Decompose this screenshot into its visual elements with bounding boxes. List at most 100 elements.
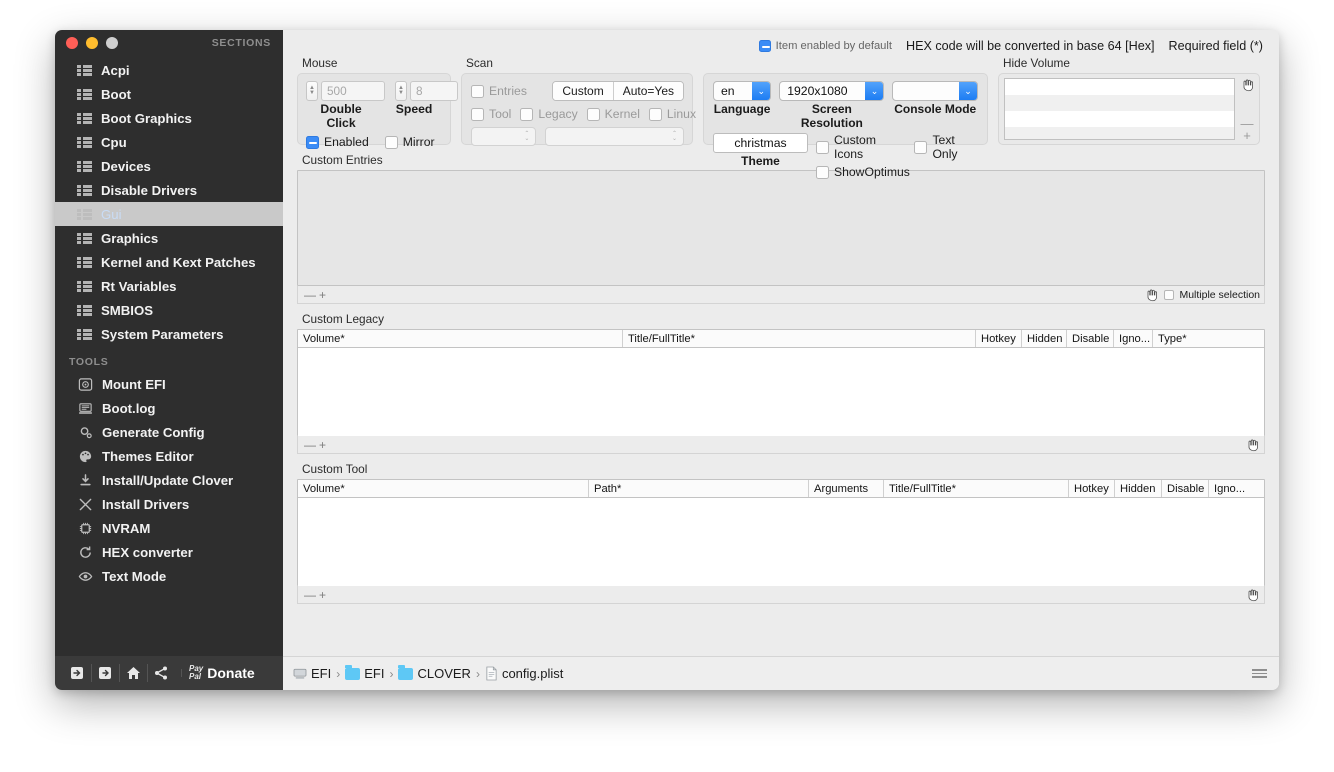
scan-auto-button[interactable]: Auto=Yes xyxy=(612,82,683,100)
custom-legacy-table[interactable]: Volume* Title/FullTitle* Hotkey Hidden Disab… xyxy=(297,329,1265,436)
custom-tool-add-button[interactable]: + xyxy=(319,589,326,601)
column-header[interactable]: Title/FullTitle* xyxy=(884,480,1069,497)
tool-item-boot-log[interactable]: Boot.log xyxy=(55,396,283,420)
multiple-selection-checkbox[interactable] xyxy=(1164,289,1175,300)
menu-icon[interactable] xyxy=(1252,669,1267,678)
share-icon[interactable] xyxy=(147,660,175,686)
hand-icon[interactable] xyxy=(1245,438,1260,452)
scan-tool-checkbox[interactable]: Tool xyxy=(471,107,511,121)
breadcrumb-item[interactable]: CLOVER xyxy=(398,664,471,681)
mouse-enabled-checkbox[interactable]: Enabled xyxy=(306,135,369,149)
tool-item-themes-editor[interactable]: Themes Editor xyxy=(55,444,283,468)
hide-volume-row[interactable] xyxy=(1005,79,1234,95)
hide-volume-add-button[interactable]: + xyxy=(1243,129,1251,142)
sidebar-item-boot-graphics[interactable]: Boot Graphics xyxy=(55,106,283,130)
column-header[interactable]: Arguments xyxy=(809,480,884,497)
hide-volume-list[interactable] xyxy=(1004,78,1235,140)
tool-item-hex-converter[interactable]: HEX converter xyxy=(55,540,283,564)
sidebar-item-kernel-and-kext-patches[interactable]: Kernel and Kext Patches xyxy=(55,250,283,274)
hand-icon[interactable] xyxy=(1245,588,1260,602)
hide-volume-row[interactable] xyxy=(1005,127,1234,139)
speed-stepper[interactable]: ▲ ▼ xyxy=(395,81,407,101)
custom-entries-add-button[interactable]: + xyxy=(319,289,326,301)
sidebar-item-graphics[interactable]: Graphics xyxy=(55,226,283,250)
sidebar-item-system-parameters[interactable]: System Parameters xyxy=(55,322,283,346)
sidebar-item-disable-drivers[interactable]: Disable Drivers xyxy=(55,178,283,202)
sidebar-scroll[interactable]: Acpi Boot Boot Graphics Cpu Devices Disable D… xyxy=(55,56,283,656)
sidebar-item-smbios[interactable]: SMBIOS xyxy=(55,298,283,322)
sidebar-item-rt-variables[interactable]: Rt Variables xyxy=(55,274,283,298)
column-header[interactable]: Hidden xyxy=(1115,480,1162,497)
breadcrumb-item[interactable]: config.plist xyxy=(485,666,563,681)
legend-required-field: Required field (*) xyxy=(1168,38,1264,53)
speed-input[interactable]: 8 xyxy=(410,81,458,101)
tool-item-text-mode[interactable]: Text Mode xyxy=(55,564,283,588)
column-header[interactable]: Volume* xyxy=(298,330,623,347)
tool-item-nvram[interactable]: NVRAM xyxy=(55,516,283,540)
scan-entries-checkbox[interactable]: Entries xyxy=(471,84,527,98)
theme-input[interactable]: christmas xyxy=(713,133,808,153)
breadcrumb-item[interactable]: EFI xyxy=(345,664,384,681)
custom-icons-checkbox[interactable]: Custom Icons xyxy=(816,133,901,161)
column-header[interactable]: Disable xyxy=(1162,480,1209,497)
custom-tool-table[interactable]: Volume* Path* Arguments Title/FullTitle* Hot… xyxy=(297,479,1265,586)
custom-legacy-body[interactable] xyxy=(298,348,1264,436)
tool-item-label: Generate Config xyxy=(102,424,205,440)
column-header[interactable]: Type* xyxy=(1153,330,1264,347)
hand-icon[interactable] xyxy=(1144,288,1159,302)
column-header[interactable]: Volume* xyxy=(298,480,589,497)
console-mode-popup[interactable]: ⌄ xyxy=(892,81,978,101)
scan-group: Scan Entries Custom Auto=Yes Tool Legacy… xyxy=(461,56,696,146)
tool-item-install-update-clover[interactable]: Install/Update Clover xyxy=(55,468,283,492)
resolution-popup[interactable]: 1920x1080 ⌄ xyxy=(779,81,885,101)
custom-tool-body[interactable] xyxy=(298,498,1264,586)
scan-kernel-checkbox[interactable]: Kernel xyxy=(586,107,640,121)
scan-combo-left[interactable] xyxy=(471,127,537,146)
mouse-mirror-checkbox[interactable]: Mirror xyxy=(384,135,435,149)
column-header[interactable]: Hidden xyxy=(1022,330,1067,347)
column-header[interactable]: Igno... xyxy=(1114,330,1153,347)
show-optimus-checkbox[interactable]: ShowOptimus xyxy=(816,165,978,179)
column-header[interactable]: Hotkey xyxy=(1069,480,1115,497)
sidebar-item-devices[interactable]: Devices xyxy=(55,154,283,178)
home-icon[interactable] xyxy=(119,660,147,686)
custom-legacy-add-button[interactable]: + xyxy=(319,439,326,451)
column-header[interactable]: Igno... xyxy=(1209,480,1264,497)
close-button[interactable] xyxy=(66,37,78,49)
sidebar-item-boot[interactable]: Boot xyxy=(55,82,283,106)
scan-mode-segmented-control[interactable]: Custom Auto=Yes xyxy=(552,81,684,101)
column-header[interactable]: Title/FullTitle* xyxy=(623,330,976,347)
double-click-stepper[interactable]: ▲ ▼ xyxy=(306,81,318,101)
minimize-button[interactable] xyxy=(86,37,98,49)
custom-entries-list[interactable] xyxy=(297,170,1265,286)
sidebar-item-cpu[interactable]: Cpu xyxy=(55,130,283,154)
language-popup[interactable]: en ⌄ xyxy=(713,81,772,101)
text-only-checkbox[interactable]: Text Only xyxy=(914,133,978,161)
tool-item-mount-efi[interactable]: Mount EFI xyxy=(55,372,283,396)
export-icon[interactable] xyxy=(91,660,119,686)
column-header[interactable]: Hotkey xyxy=(976,330,1022,347)
tool-item-install-drivers[interactable]: Install Drivers xyxy=(55,492,283,516)
tool-item-label: Install Drivers xyxy=(102,496,190,512)
sidebar-item-gui[interactable]: Gui xyxy=(55,202,283,226)
scan-combo-right[interactable] xyxy=(545,127,684,146)
custom-legacy-remove-button[interactable]: — xyxy=(304,439,316,451)
hide-volume-row[interactable] xyxy=(1005,95,1234,111)
scan-linux-checkbox[interactable]: Linux xyxy=(648,107,696,121)
scan-custom-button[interactable]: Custom xyxy=(553,82,613,100)
column-header[interactable]: Path* xyxy=(589,480,809,497)
import-icon[interactable] xyxy=(63,660,91,686)
hand-icon[interactable] xyxy=(1240,78,1255,92)
custom-entries-remove-button[interactable]: — xyxy=(304,289,316,301)
hide-volume-row[interactable] xyxy=(1005,111,1234,127)
scan-kernel-label: Kernel xyxy=(604,107,640,121)
zoom-button[interactable] xyxy=(106,37,118,49)
double-click-input[interactable]: 500 xyxy=(321,81,385,101)
breadcrumb-item[interactable]: EFI xyxy=(293,666,331,681)
sidebar-item-acpi[interactable]: Acpi xyxy=(55,58,283,82)
tool-item-generate-config[interactable]: Generate Config xyxy=(55,420,283,444)
column-header[interactable]: Disable xyxy=(1067,330,1114,347)
donate-button[interactable]: Pay Pal Donate xyxy=(181,665,255,681)
custom-tool-remove-button[interactable]: — xyxy=(304,589,316,601)
scan-legacy-checkbox[interactable]: Legacy xyxy=(520,107,578,121)
